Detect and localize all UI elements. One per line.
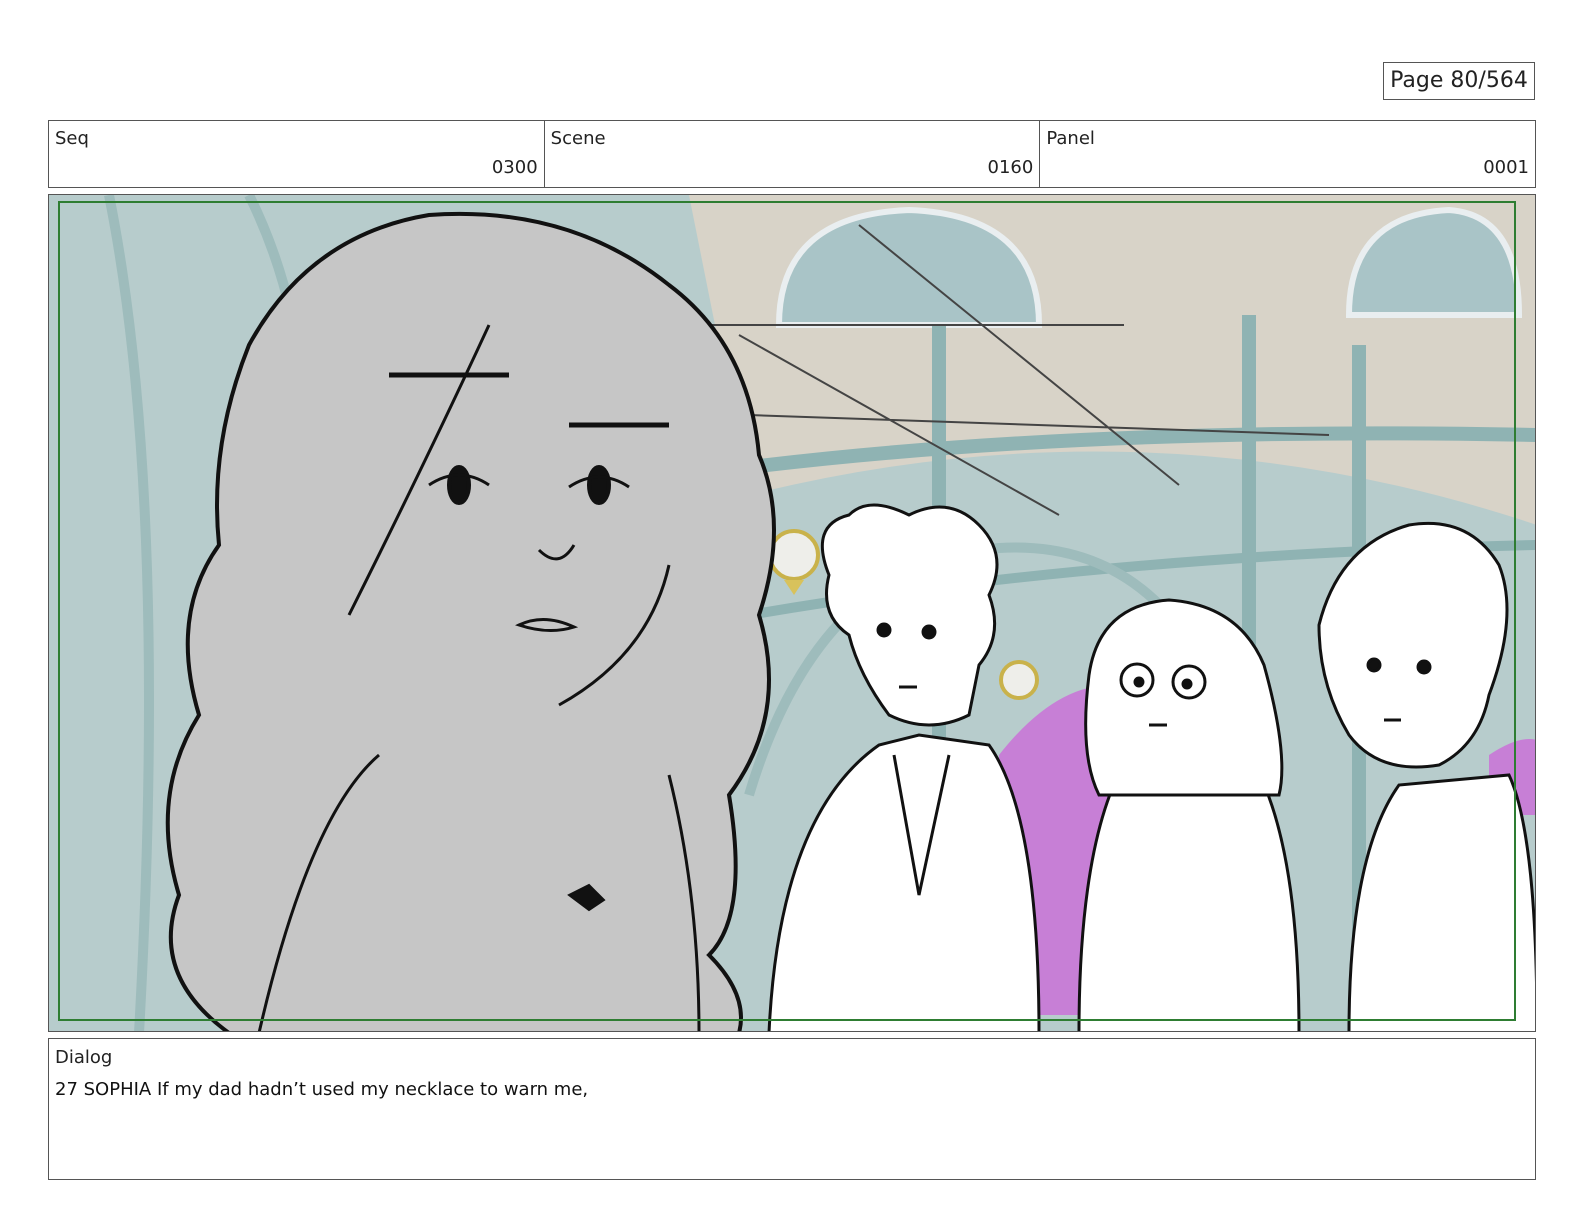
seq-label: Seq	[55, 128, 89, 149]
storyboard-drawing	[49, 195, 1535, 1031]
page-label: Page	[1390, 68, 1444, 93]
panel-header: Seq 0300 Scene 0160 Panel 0001	[48, 120, 1536, 188]
seq-cell: Seq 0300	[49, 121, 545, 187]
storyboard-panel	[48, 194, 1536, 1032]
lamp-right	[999, 660, 1039, 700]
dialog-text: 27 SOPHIA If my dad hadn’t used my neckl…	[55, 1079, 589, 1100]
seq-value: 0300	[491, 157, 538, 178]
dialog-box: Dialog 27 SOPHIA If my dad hadn’t used m…	[48, 1038, 1536, 1180]
panel-label: Panel	[1046, 128, 1095, 149]
panel-cell: Panel 0001	[1040, 121, 1535, 187]
scene-label: Scene	[550, 128, 606, 149]
panel-value: 0001	[1483, 157, 1530, 178]
character-sophia	[165, 211, 776, 1031]
scene-cell: Scene 0160	[545, 121, 1041, 187]
page-value: 80/564	[1450, 68, 1528, 93]
scene-value: 0160	[987, 157, 1034, 178]
page-number: Page 80/564	[1383, 62, 1535, 100]
dialog-label: Dialog	[55, 1047, 113, 1068]
